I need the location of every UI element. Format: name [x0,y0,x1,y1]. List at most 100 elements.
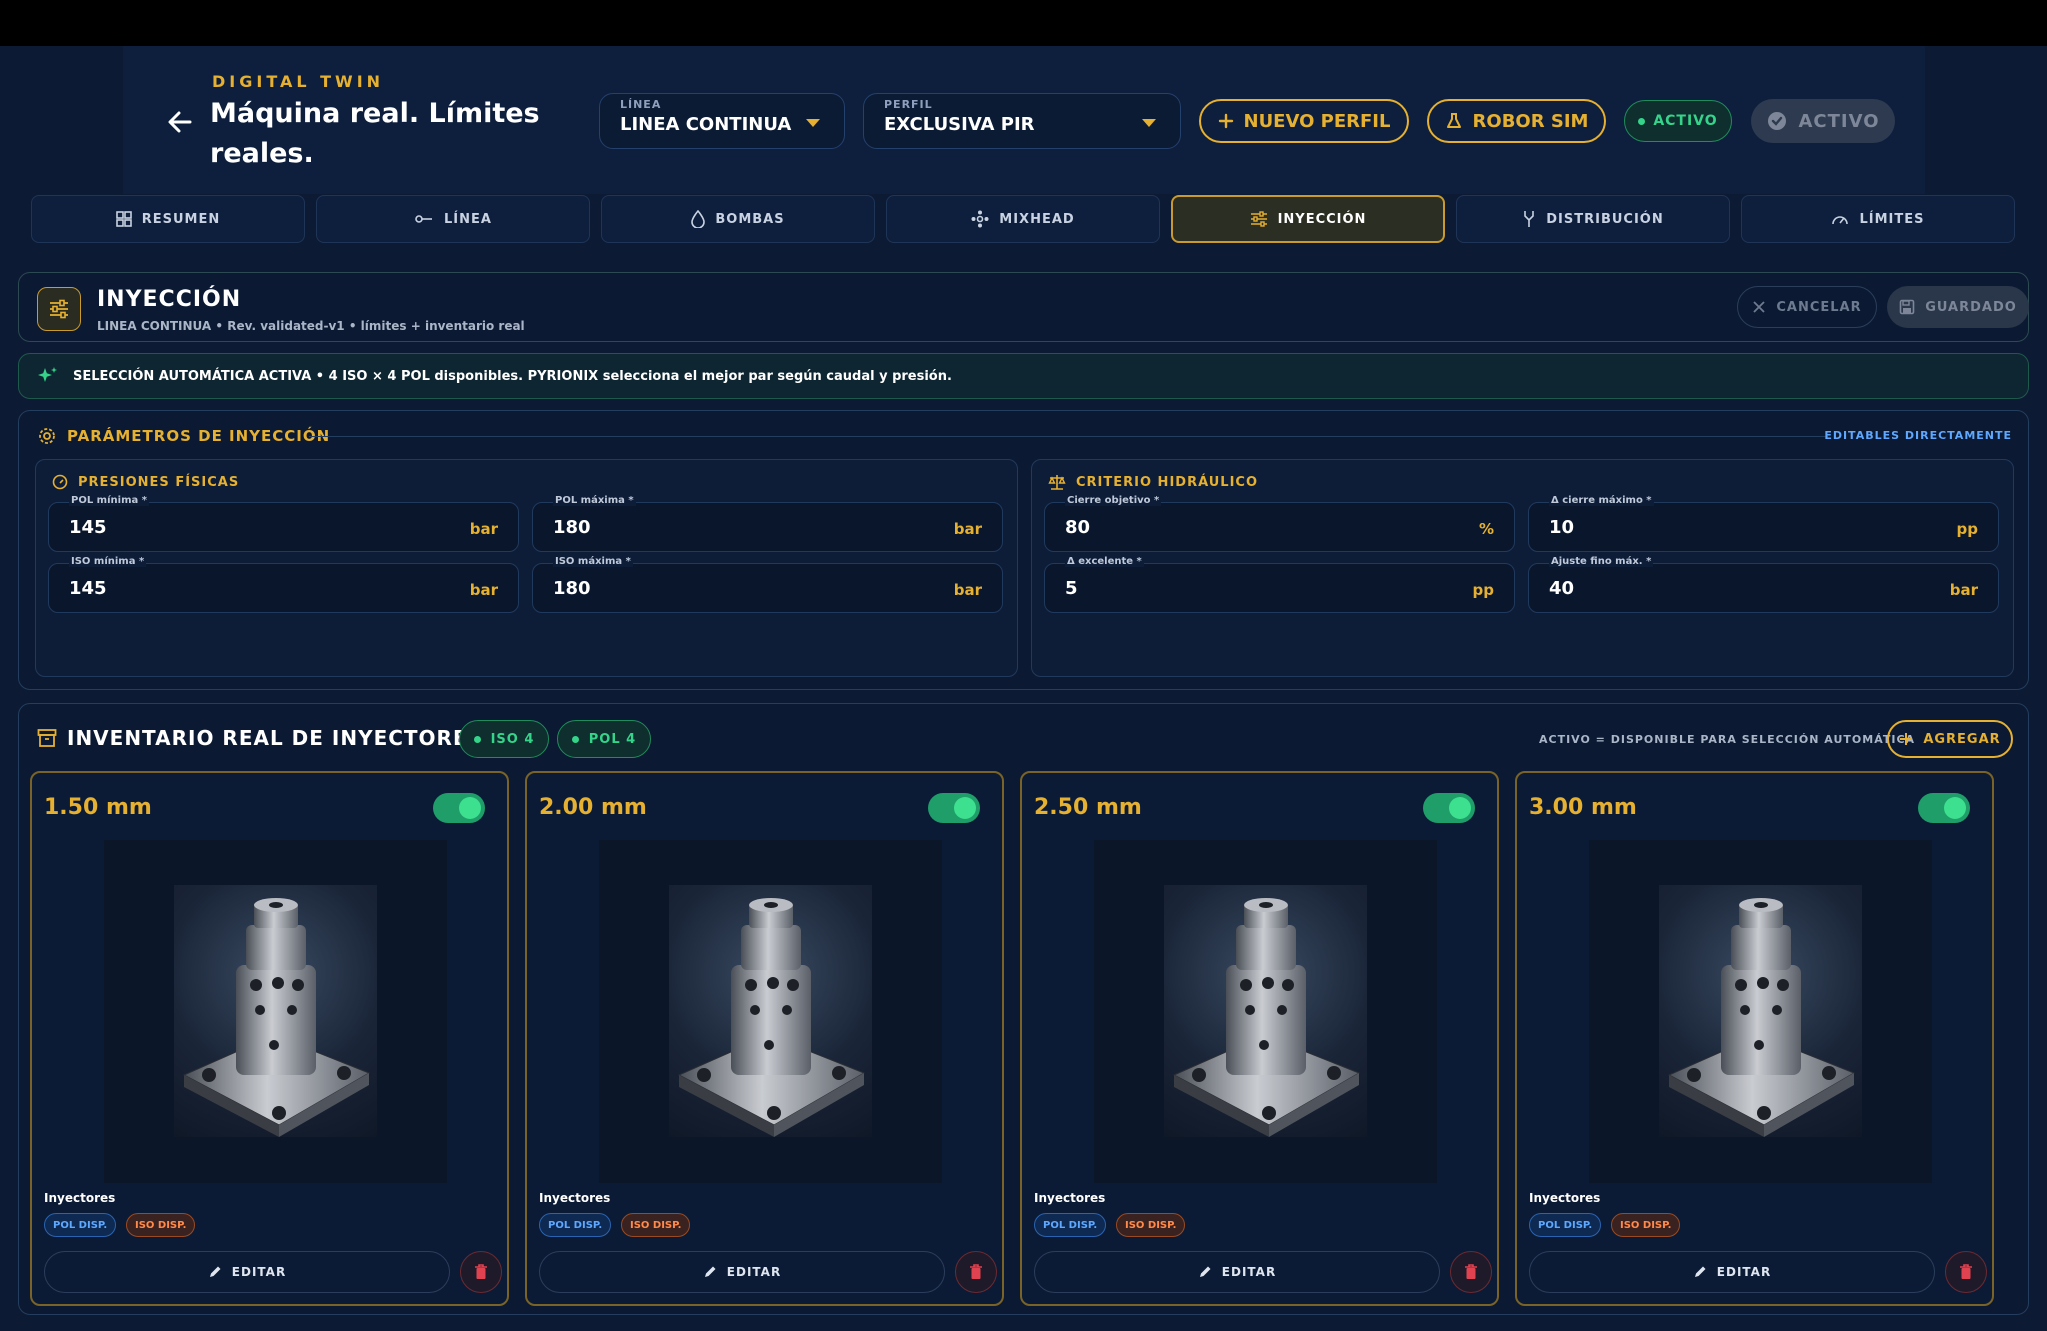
field-unit: bar [1949,581,1978,599]
injector-image [1094,840,1437,1183]
injector-image [1589,840,1932,1183]
pol-min-field[interactable]: POL mínima * 145 bar [48,495,519,552]
divider [309,436,1828,437]
flask-icon [1446,113,1461,128]
section-subtitle: LINEA CONTINUA • Rev. validated-v1 • lím… [97,319,525,333]
toggle-knob [1449,797,1471,819]
cancel-button[interactable]: CANCELAR [1737,286,1877,328]
profile-select-label: PERFIL [884,98,933,111]
tab-bombas[interactable]: BOMBAS [601,195,875,243]
iso-min-field[interactable]: ISO mínima * 145 bar [48,556,519,613]
pencil-icon [1694,1266,1706,1277]
injector-card: 2.00 mm Inyectores POL DISP. ISO DISP. E… [525,771,1004,1306]
toggle-knob [1944,797,1966,819]
close-icon [1753,301,1765,313]
robor-sim-label: ROBOR SIM [1472,110,1589,132]
sliders-icon [1250,211,1267,227]
edit-button[interactable]: EDITAR [44,1251,450,1293]
toggle-knob [954,797,976,819]
field-value: 145 [69,517,107,538]
iso-count-chip: ISO 4 [459,720,549,758]
field-value: 145 [69,578,107,599]
tab-linea[interactable]: LÍNEA [316,195,590,243]
injector-size: 2.50 mm [1034,795,1142,820]
field-unit: pp [1472,581,1494,599]
auto-banner-text: SELECCIÓN AUTOMÁTICA ACTIVA • 4 ISO × 4 … [73,368,952,384]
excellent-delta-field[interactable]: Δ excelente * 5 pp [1044,556,1515,613]
injector-card: 3.00 mm Inyectores POL DISP. ISO DISP. E… [1515,771,1994,1306]
chip-label: POL 4 [588,731,637,747]
gear-icon [39,428,55,444]
pressures-header: PRESIONES FÍSICAS [52,474,239,490]
params-right-note: EDITABLES DIRECTAMENTE [1824,429,2012,442]
hydraulic-title: CRITERIO HIDRÁULICO [1076,474,1259,490]
back-arrow-icon[interactable] [164,106,196,138]
availability-toggle[interactable] [1918,793,1970,823]
plus-icon [1900,733,1913,745]
injector-caption: Inyectores [1034,1191,1106,1205]
field-value: 80 [1065,517,1091,538]
line-select-value: LINEA CONTINUA [620,114,792,135]
chip-dot-icon [571,735,579,743]
chip-label: ISO 4 [490,731,535,747]
max-closure-delta-field[interactable]: Δ cierre máximo * 10 pp [1528,495,1999,552]
status-badge: ACTIVO [1624,100,1732,142]
gauge-icon [1832,216,1849,225]
field-label: Δ cierre máximo * [1549,495,1654,506]
edit-label: EDITAR [1716,1265,1772,1279]
target-closure-field[interactable]: Cierre objetivo * 80 % [1044,495,1515,552]
sliders-icon [37,287,81,331]
availability-toggle[interactable] [433,793,485,823]
delete-button[interactable] [1945,1251,1987,1293]
pol-available-tag: POL DISP. [1529,1213,1602,1237]
status-badge-label: ACTIVO [1653,113,1718,129]
add-injector-button[interactable]: AGREGAR [1887,720,2013,758]
new-profile-label: NUEVO PERFIL [1243,110,1391,132]
delete-button[interactable] [460,1251,502,1293]
pencil-icon [209,1266,221,1277]
injector-inventory-panel: INVENTARIO REAL DE INYECTORES ISO 4 POL … [18,703,2029,1315]
tab-label: INYECCIÓN [1277,211,1367,227]
params-title: PARÁMETROS DE INYECCIÓN [67,427,331,445]
delete-button[interactable] [1450,1251,1492,1293]
edit-button[interactable]: EDITAR [1034,1251,1440,1293]
tab-distribucion[interactable]: DISTRIBUCIÓN [1456,195,1730,243]
edit-button[interactable]: EDITAR [539,1251,945,1293]
availability-toggle[interactable] [1423,793,1475,823]
page-title: Máquina real. Límites reales. [210,98,540,169]
injector-photo [669,885,872,1137]
fine-adjust-field[interactable]: Ajuste fino máx. * 40 bar [1528,556,1999,613]
injector-caption: Inyectores [1529,1191,1601,1205]
activo-button-label: ACTIVO [1798,110,1880,132]
verified-icon [1768,112,1787,130]
availability-toggle[interactable] [928,793,980,823]
tab-mixhead[interactable]: MIXHEAD [886,195,1160,243]
fork-icon [1524,211,1535,227]
tab-bar: RESUMEN LÍNEA BOMBAS MIXHEAD INYECCIÓN D… [31,195,2017,243]
field-unit: bar [953,581,982,599]
injector-photo [174,885,377,1137]
tab-inyeccion[interactable]: INYECCIÓN [1171,195,1445,243]
saved-button[interactable]: GUARDADO [1887,286,2029,328]
edit-button[interactable]: EDITAR [1529,1251,1935,1293]
iso-max-field[interactable]: ISO máxima * 180 bar [532,556,1003,613]
field-unit: % [1478,520,1494,538]
profile-select[interactable]: PERFIL EXCLUSIVA PIR [863,93,1181,149]
injector-photo [1164,885,1367,1137]
field-label: ISO mínima * [69,556,147,567]
line-select[interactable]: LÍNEA LINEA CONTINUA [599,93,845,149]
drop-icon [691,210,706,228]
tab-resumen[interactable]: RESUMEN [31,195,305,243]
robor-sim-button[interactable]: ROBOR SIM [1427,99,1606,143]
injector-card: 2.50 mm Inyectores POL DISP. ISO DISP. E… [1020,771,1499,1306]
pol-max-field[interactable]: POL máxima * 180 bar [532,495,1003,552]
pol-available-tag: POL DISP. [1034,1213,1107,1237]
tab-label: BOMBAS [715,211,785,227]
activo-button[interactable]: ACTIVO [1751,99,1895,143]
new-profile-button[interactable]: NUEVO PERFIL [1199,99,1409,143]
tab-limites[interactable]: LÍMITES [1741,195,2015,243]
trash-icon [970,1264,982,1279]
iso-available-tag: ISO DISP. [126,1213,196,1237]
delete-button[interactable] [955,1251,997,1293]
save-icon [1899,299,1915,315]
